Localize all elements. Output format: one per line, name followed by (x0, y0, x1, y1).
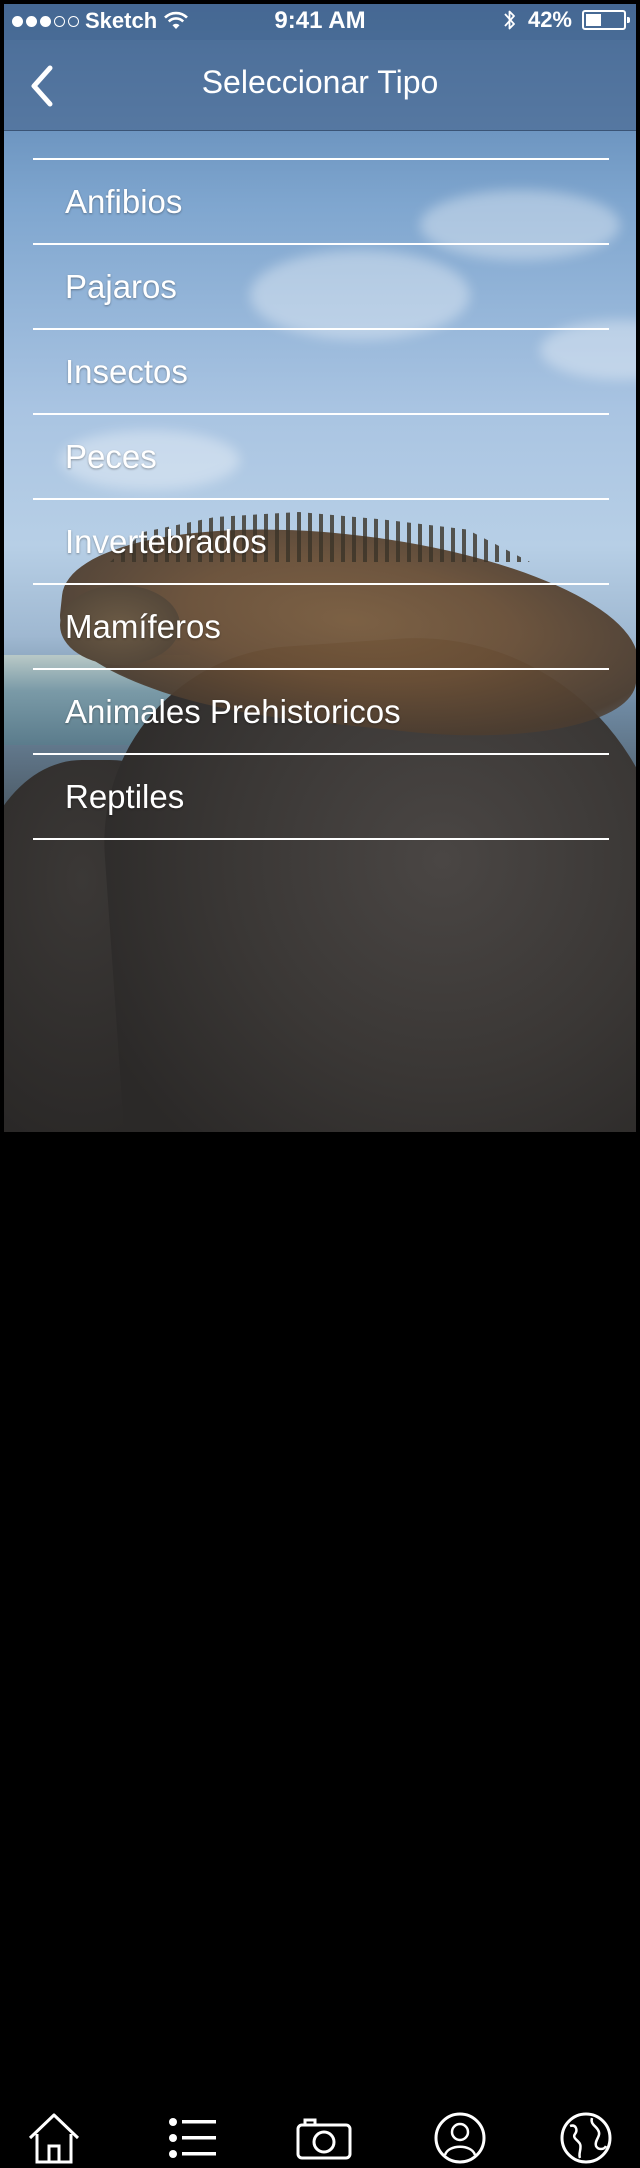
type-list: Anfibios Pajaros Insectos Peces Inverteb… (33, 158, 609, 840)
list-item-label: Animales Prehistoricos (65, 692, 401, 730)
list-item-label: Reptiles (65, 777, 185, 815)
status-bar: Sketch 9:41 AM 42% (0, 0, 640, 40)
list-item-anfibios[interactable]: Anfibios (33, 160, 609, 245)
page-title: Seleccionar Tipo (201, 64, 439, 100)
list-item-label: Anfibios (65, 182, 183, 220)
tab-camera[interactable] (294, 2108, 354, 2168)
list-item-peces[interactable]: Peces (33, 415, 609, 500)
tab-home[interactable] (24, 2108, 84, 2168)
tab-profile[interactable] (430, 2108, 490, 2168)
battery-icon (582, 10, 630, 30)
list-item-invertebrados[interactable]: Invertebrados (33, 500, 609, 585)
list-item-label: Mamíferos (65, 607, 221, 645)
list-item-animales-prehistoricos[interactable]: Animales Prehistoricos (33, 670, 609, 755)
list-item-insectos[interactable]: Insectos (33, 330, 609, 415)
list-item-mamiferos[interactable]: Mamíferos (33, 585, 609, 670)
tab-bar (0, 1046, 640, 2164)
list-item-reptiles[interactable]: Reptiles (33, 755, 609, 840)
battery-fill (586, 14, 602, 26)
list-item-label: Insectos (65, 352, 188, 390)
tab-list[interactable] (162, 2108, 222, 2168)
home-icon (28, 2113, 80, 2164)
battery-percentage: 42% (527, 7, 572, 32)
bluetooth-icon (504, 10, 515, 30)
list-item-label: Peces (65, 437, 157, 475)
tab-globe[interactable] (556, 2108, 616, 2168)
globe-icon (560, 2112, 612, 2164)
list-item-label: Invertebrados (65, 522, 267, 560)
camera-icon (296, 2118, 352, 2160)
list-item-label: Pajaros (65, 267, 177, 305)
list-item-pajaros[interactable]: Pajaros (33, 245, 609, 330)
navigation-bar: Seleccionar Tipo (0, 40, 640, 131)
list-icon (169, 2118, 216, 2158)
profile-icon (434, 2112, 486, 2164)
